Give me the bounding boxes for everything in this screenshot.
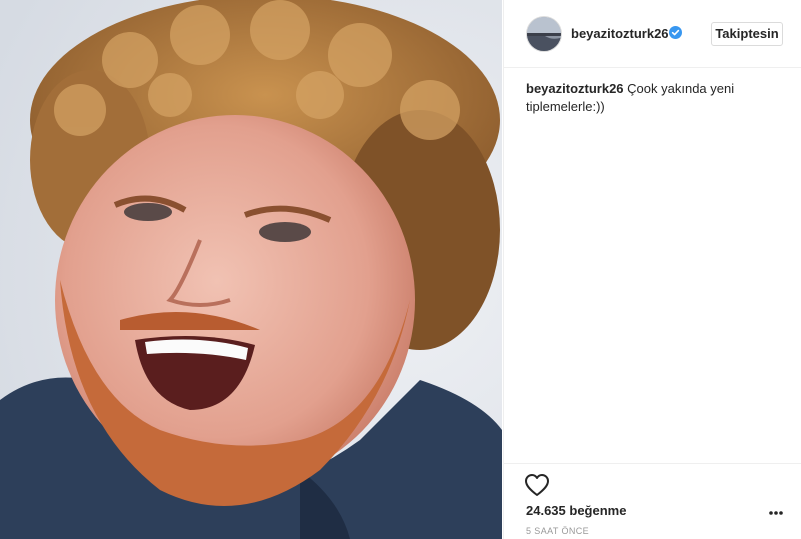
more-options-icon[interactable] <box>769 510 783 516</box>
avatar-image <box>527 17 561 51</box>
avatar[interactable] <box>526 16 562 52</box>
post-timestamp[interactable]: 5 SAAT ÖNCE <box>526 526 589 536</box>
verified-badge-icon <box>669 26 682 39</box>
caption-username[interactable]: beyazitozturk26 <box>526 81 624 96</box>
heart-icon[interactable] <box>524 473 550 497</box>
portrait-image <box>0 0 502 539</box>
following-button[interactable]: Takiptesin <box>711 22 783 46</box>
caption: beyazitozturk26 Çook yakında yeni tiplem… <box>526 80 766 116</box>
username[interactable]: beyazitozturk26 <box>571 26 669 41</box>
post-photo[interactable] <box>0 0 502 539</box>
actions-divider <box>504 463 801 464</box>
like-count[interactable]: 24.635 beğenme <box>526 503 626 518</box>
post-header: beyazitozturk26 Takiptesin <box>504 0 801 68</box>
post-details-panel: beyazitozturk26 Takiptesin beyazitozturk… <box>503 0 801 539</box>
